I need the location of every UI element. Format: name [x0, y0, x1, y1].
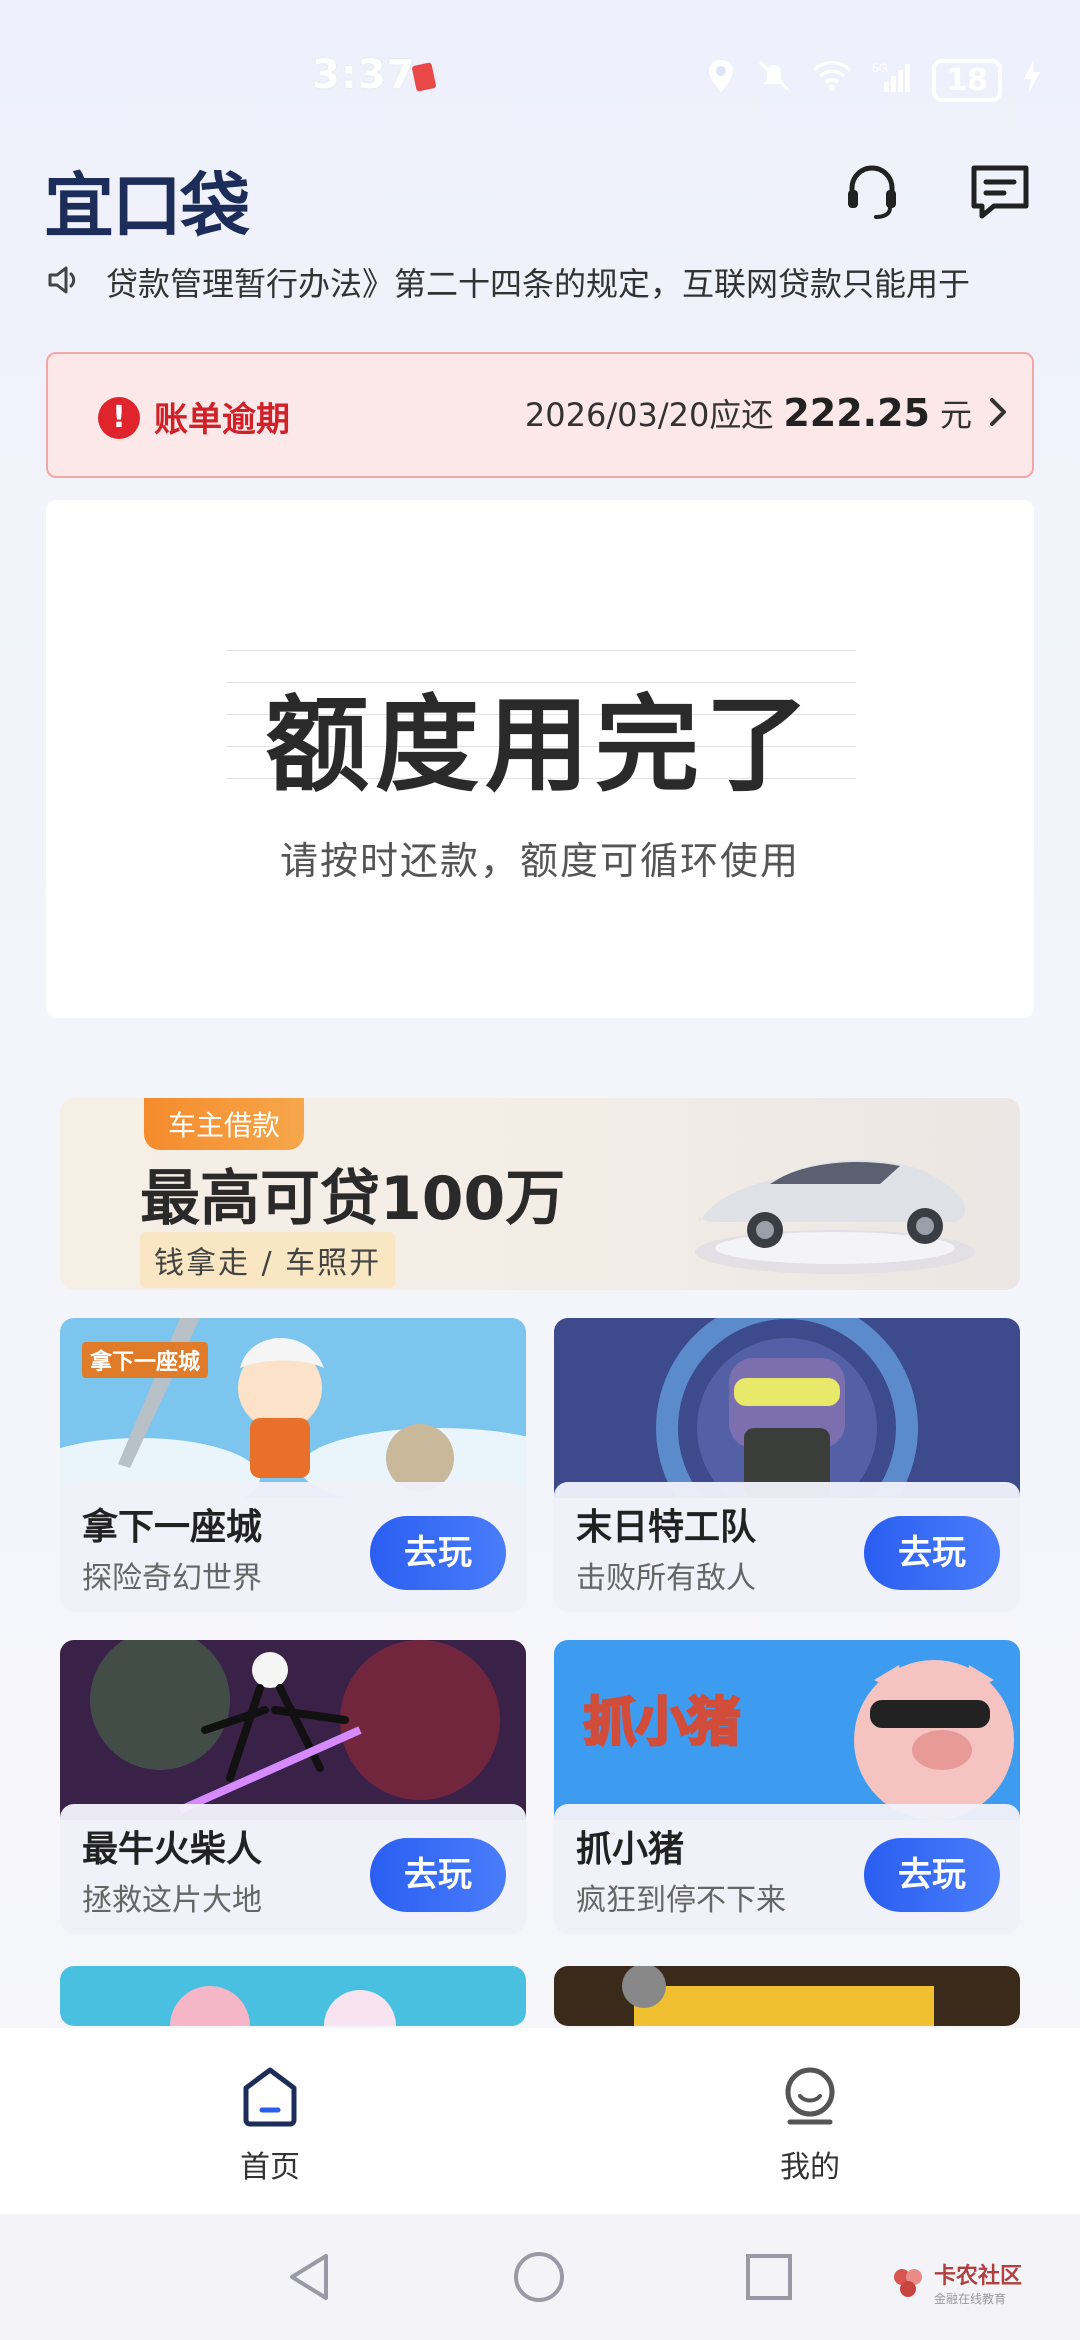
message-button[interactable] — [968, 160, 1032, 224]
game-art — [60, 1640, 526, 1820]
game-art-label: 拿下一座城 — [82, 1342, 209, 1378]
message-icon — [971, 165, 1029, 219]
nav-home[interactable]: 首页 — [210, 2064, 330, 2186]
game-name: 拿下一座城 — [82, 1507, 263, 1548]
signal-icon: 5G — [872, 60, 912, 100]
car-loan-banner[interactable]: 车主借款 最高可贷100万 钱拿走 / 车照开 — [60, 1098, 1020, 1290]
customer-service-button[interactable] — [840, 160, 904, 224]
game-card[interactable]: 拿下一座城 拿下一座城 探险奇幻世界 去玩 — [60, 1318, 526, 1612]
play-button[interactable]: 去玩 — [370, 1516, 506, 1590]
location-icon — [706, 58, 736, 102]
banner-title: 最高可贷100万 — [140, 1164, 566, 1234]
amount-unit: 元 — [939, 396, 972, 434]
watermark-title: 卡农社区 — [933, 2264, 1022, 2289]
car-image — [695, 1160, 975, 1274]
game-card-partial[interactable] — [554, 1966, 1020, 2026]
app-header: 宜口袋 — [0, 140, 1080, 250]
game-card-partial[interactable] — [60, 1966, 526, 2026]
nav-mine-label: 我的 — [780, 2150, 840, 2185]
watermark: 卡农社区 金融在线教育 — [890, 2258, 1022, 2307]
due-date-text: 2026/03/20应还 — [524, 396, 774, 434]
game-card[interactable]: 最牛火柴人 拯救这片大地 去玩 — [60, 1640, 526, 1934]
overdue-bill-bar[interactable]: ! 账单逾期 2026/03/20应还 222.25 元 — [46, 352, 1034, 478]
battery-indicator: 18 — [932, 58, 1002, 102]
credit-status-card: 额度用完了 请按时还款，额度可循环使用 — [46, 500, 1034, 1018]
watermark-subtitle: 金融在线教育 — [933, 2292, 1006, 2306]
game-art — [60, 1966, 526, 2026]
play-button[interactable]: 去玩 — [864, 1516, 1000, 1590]
game-card[interactable]: 抓小猪 抓小猪 疯狂到停不下来 去玩 — [554, 1640, 1020, 1934]
nav-home-label: 首页 — [240, 2150, 300, 2185]
home-button-icon[interactable] — [512, 2250, 566, 2304]
nav-mine[interactable]: 我的 — [750, 2064, 870, 2186]
home-icon — [243, 2067, 297, 2127]
game-art-label: 抓小猪 — [582, 1692, 741, 1755]
recents-icon[interactable] — [744, 2250, 794, 2304]
wifi-icon — [812, 60, 852, 100]
back-icon[interactable] — [284, 2250, 334, 2304]
speaker-icon — [46, 262, 86, 302]
watermark-logo-icon — [893, 2268, 922, 2297]
game-name: 末日特工队 — [576, 1507, 757, 1548]
alert-icon: ! — [98, 397, 140, 439]
overdue-title: 账单逾期 — [154, 400, 290, 440]
game-desc: 击败所有敌人 — [576, 1561, 756, 1596]
mute-icon — [756, 58, 792, 102]
game-card[interactable]: 末日特工队 击败所有敌人 去玩 — [554, 1318, 1020, 1612]
game-name: 抓小猪 — [576, 1829, 685, 1870]
svg-text:5G: 5G — [872, 61, 888, 75]
play-button[interactable]: 去玩 — [370, 1838, 506, 1912]
game-art — [554, 1318, 1020, 1498]
app-logo: 宜口袋 — [44, 165, 250, 247]
credit-title: 额度用完了 — [264, 684, 815, 806]
chevron-right-icon — [988, 394, 1008, 439]
overdue-details: 2026/03/20应还 222.25 元 — [525, 390, 972, 436]
game-desc: 探险奇幻世界 — [82, 1561, 262, 1596]
credit-subtitle: 请按时还款，额度可循环使用 — [279, 839, 800, 883]
status-bar: 3:37 5G 18 — [0, 0, 1080, 150]
system-navigation-bar: 卡农社区 金融在线教育 — [0, 2214, 1080, 2340]
status-time: 3:37 — [312, 52, 416, 98]
play-button[interactable]: 去玩 — [864, 1838, 1000, 1912]
charging-icon — [1022, 59, 1042, 101]
status-icons: 5G 18 — [706, 58, 1042, 102]
notification-icon — [411, 62, 437, 92]
banner-tag: 车主借款 — [144, 1098, 305, 1150]
notice-marquee[interactable]: 贷款管理暂行办法》第二十四条的规定，互联网贷款只能用于 — [46, 258, 1036, 306]
game-desc: 拯救这片大地 — [82, 1883, 262, 1918]
bottom-navigation: 首页 我的 — [0, 2028, 1080, 2214]
headset-icon — [848, 165, 896, 219]
due-amount: 222.25 — [783, 391, 930, 435]
profile-icon — [785, 2067, 835, 2125]
game-art — [554, 1966, 1020, 2026]
banner-subtitle: 钱拿走 / 车照开 — [140, 1232, 396, 1288]
notice-text: 贷款管理暂行办法》第二十四条的规定，互联网贷款只能用于 — [106, 265, 971, 303]
game-name: 最牛火柴人 — [82, 1829, 263, 1870]
game-desc: 疯狂到停不下来 — [576, 1883, 786, 1918]
